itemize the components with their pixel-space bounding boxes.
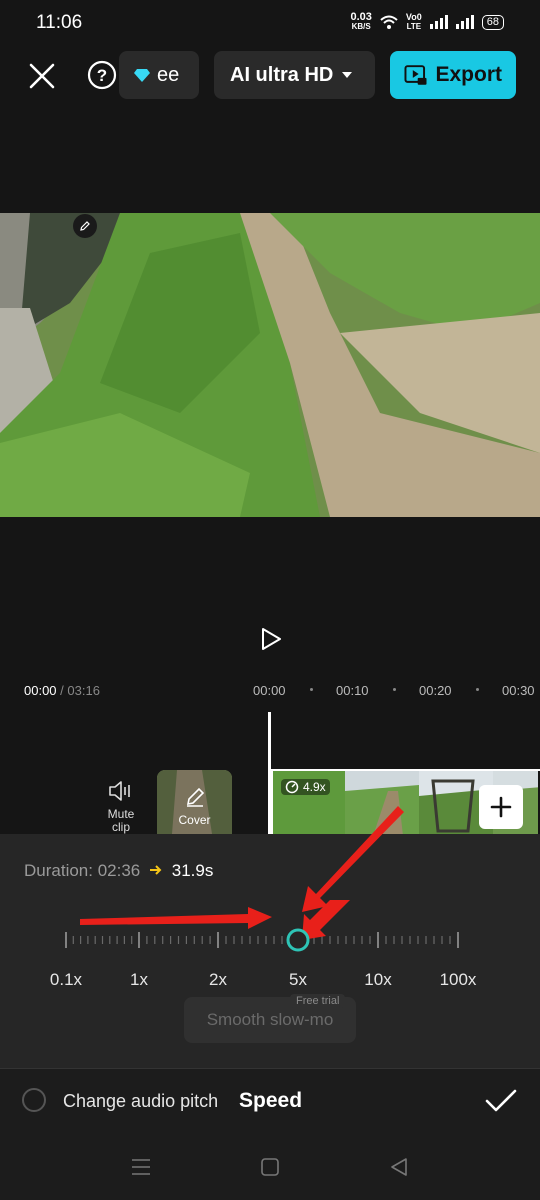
volte-top: Vo0	[405, 12, 422, 22]
svg-text:?: ?	[97, 66, 107, 85]
pencil-icon	[80, 221, 90, 231]
duration-original: 02:36	[97, 861, 141, 880]
chevron-down-icon	[342, 72, 353, 78]
status-icons: 0.03 KB/S Vo0 LTE 68	[350, 12, 504, 32]
ruler-dot	[310, 688, 313, 691]
quality-label: AI ultra HD	[230, 63, 334, 86]
signal-icon	[429, 15, 448, 29]
audio-pitch-checkbox[interactable]	[22, 1088, 46, 1112]
status-time: 11:06	[36, 12, 83, 33]
divider	[0, 1068, 540, 1069]
video-frame	[0, 213, 540, 517]
annotation-arrow-overlay	[302, 806, 404, 912]
mute-clip-label: Mute clip	[107, 808, 135, 834]
ruler-label: 00:10	[336, 683, 369, 698]
signal-icon-2	[455, 15, 474, 29]
cover-button[interactable]: Cover	[157, 770, 232, 834]
pencil-icon	[186, 787, 204, 807]
add-clip-button[interactable]	[479, 785, 523, 829]
back-triangle-icon	[391, 1158, 407, 1176]
playhead[interactable]	[268, 712, 271, 834]
panel-title: Speed	[239, 1089, 303, 1112]
network-speed: 0.03 KB/S	[350, 12, 371, 32]
speed-label-0-1x[interactable]: 0.1x	[50, 970, 82, 990]
speed-label-10x[interactable]: 10x	[364, 970, 391, 990]
ruler-dot	[476, 688, 479, 691]
ruler-label: 00:30	[502, 683, 535, 698]
help-icon: ?	[87, 60, 117, 90]
annotation-arrow-diagonal-top	[302, 806, 404, 912]
speed-label-100x[interactable]: 100x	[440, 970, 477, 990]
close-button[interactable]	[24, 58, 60, 94]
speed-label-1x[interactable]: 1x	[130, 970, 148, 990]
checkmark-icon	[485, 1089, 517, 1112]
play-button[interactable]	[256, 624, 286, 654]
speed-slider[interactable]	[0, 900, 540, 980]
wifi-icon	[380, 15, 398, 29]
speedometer-icon	[285, 780, 299, 794]
speed-label-2x[interactable]: 2x	[209, 970, 227, 990]
speed-label-5x[interactable]: 5x	[289, 970, 307, 990]
speaker-icon	[109, 781, 130, 801]
close-icon	[29, 63, 55, 89]
cover-label: Cover	[178, 813, 211, 827]
net-speed-value: 0.03	[350, 11, 372, 23]
plus-icon	[490, 796, 512, 818]
export-button[interactable]: Export	[390, 51, 516, 99]
diamond-icon	[134, 68, 150, 82]
clip-speed-value: 4.9x	[303, 780, 326, 794]
arrow-right-icon	[150, 865, 162, 875]
pro-label: ee	[157, 63, 180, 86]
home-nav-button[interactable]	[257, 1154, 283, 1180]
help-button[interactable]: ?	[86, 59, 118, 91]
back-nav-button[interactable]	[386, 1154, 412, 1180]
total-time: / 03:16	[60, 683, 100, 698]
recents-nav-button[interactable]	[128, 1154, 154, 1180]
free-trial-badge: Free trial	[290, 994, 346, 1008]
duration-label: Duration:	[24, 861, 93, 880]
mute-clip-button[interactable]: Mute clip	[98, 780, 144, 834]
playback-time: 00:00 / 03:16	[24, 683, 100, 698]
audio-pitch-label: Change audio pitch	[63, 1091, 219, 1111]
ruler-label: 00:20	[419, 683, 452, 698]
duration-new: 31.9s	[171, 861, 214, 880]
export-label: Export	[435, 63, 502, 86]
volte-indicator: Vo0 LTE	[406, 12, 422, 32]
clip-speed-badge: 4.9x	[281, 779, 330, 795]
edit-badge[interactable]	[73, 214, 97, 238]
ruler-label: 00:00	[253, 683, 286, 698]
annotation-arrow-horizontal	[80, 907, 272, 929]
duration-info: Duration: 02:36 31.9s	[24, 861, 213, 881]
square-icon	[261, 1158, 279, 1176]
cover-content: Cover	[157, 786, 232, 827]
battery-indicator: 68	[481, 14, 504, 30]
bottom-bar	[0, 1068, 540, 1200]
pro-button[interactable]: ee	[119, 51, 199, 99]
ruler-dot	[393, 688, 396, 691]
volte-bottom: LTE	[406, 22, 422, 31]
video-preview[interactable]	[0, 213, 540, 517]
play-icon	[262, 628, 281, 650]
menu-icon	[132, 1159, 150, 1175]
quality-dropdown[interactable]: AI ultra HD	[214, 51, 375, 99]
net-speed-unit: KB/S	[351, 22, 371, 31]
confirm-button[interactable]	[482, 1084, 520, 1118]
current-time: 00:00	[24, 683, 57, 698]
export-icon	[404, 65, 427, 85]
